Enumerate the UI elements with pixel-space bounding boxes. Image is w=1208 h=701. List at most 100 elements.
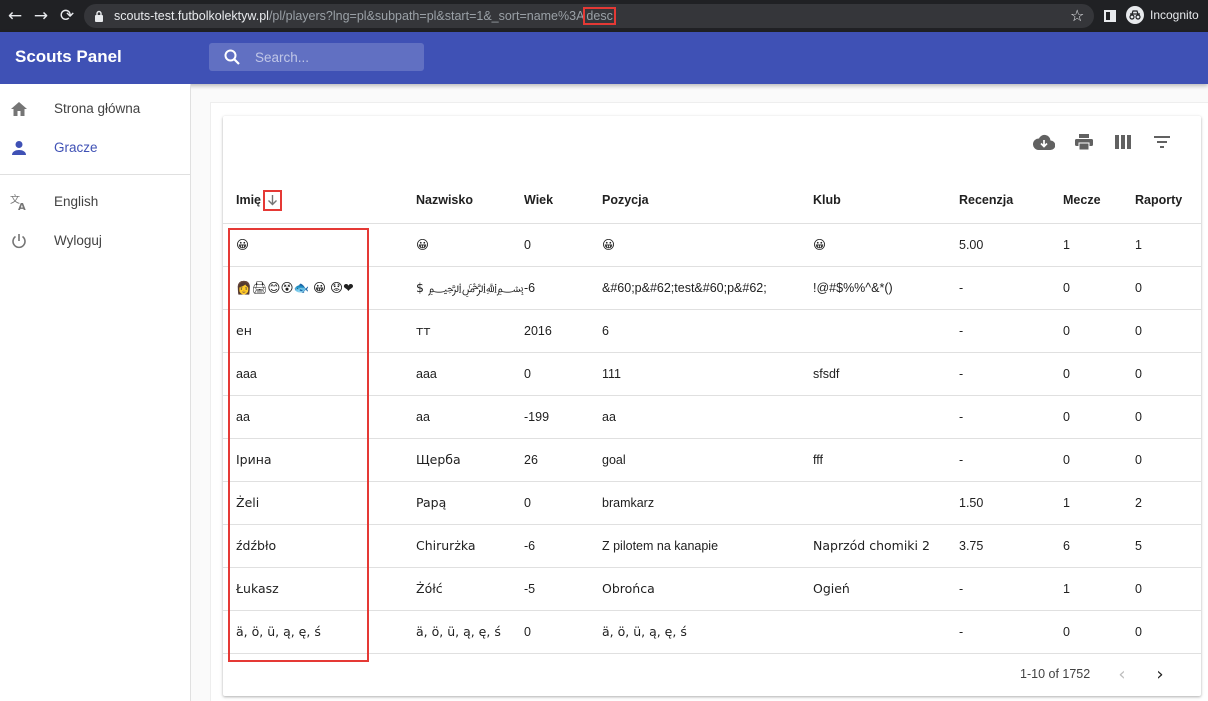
cell-review: - bbox=[959, 582, 964, 596]
table-row[interactable]: Żeli Papą 0 bramkarz 1.50 1 2 bbox=[223, 482, 1201, 525]
sidebar-item-label: Strona główna bbox=[54, 101, 141, 116]
cell-surname: 😀 bbox=[416, 237, 430, 252]
cell-reports: 5 bbox=[1135, 539, 1142, 553]
cell-review: - bbox=[959, 367, 964, 381]
cell-matches: 0 bbox=[1063, 324, 1070, 338]
table-row[interactable]: Ірина Щерба 26 goal fff -0 0 bbox=[223, 439, 1201, 482]
table-row[interactable]: Łukasz Żółć -5 Obrońca Ogień -1 0 bbox=[223, 568, 1201, 611]
cell-age: 26 bbox=[524, 453, 538, 467]
view-columns-icon[interactable] bbox=[1112, 132, 1134, 152]
cell-position: &#60;p&#62;test&#60;p&#62; bbox=[602, 281, 767, 295]
sidebar-item-label: Wyloguj bbox=[54, 233, 102, 248]
app-title: Scouts Panel bbox=[15, 47, 122, 66]
column-header-reports[interactable]: Raporty bbox=[1135, 176, 1182, 224]
table-row[interactable]: aaa aaa 0 111 sfsdf -0 0 bbox=[223, 353, 1201, 396]
search-input[interactable] bbox=[255, 49, 415, 65]
cell-surname: aaa bbox=[416, 367, 437, 381]
bookmark-star-icon[interactable]: ☆ bbox=[1070, 6, 1084, 25]
cell-reports: 1 bbox=[1135, 238, 1142, 252]
cell-review: - bbox=[959, 410, 964, 424]
column-header-age[interactable]: Wiek bbox=[524, 176, 553, 224]
column-header-name[interactable]: Imię bbox=[236, 176, 283, 224]
cell-position: 6 bbox=[602, 324, 609, 338]
cell-reports: 0 bbox=[1135, 281, 1142, 295]
cell-age: -6 bbox=[524, 539, 536, 553]
table-row[interactable]: 😀 😀 0 😀 😀 5.00 1 1 bbox=[223, 224, 1201, 267]
cell-review: - bbox=[959, 324, 964, 338]
sidebar-item-home[interactable]: Strona główna bbox=[0, 89, 190, 128]
address-bar[interactable]: scouts-test.futbolkolektyw.pl/pl/players… bbox=[84, 4, 1094, 28]
cell-position: bramkarz bbox=[602, 496, 655, 510]
column-header-surname[interactable]: Nazwisko bbox=[416, 176, 473, 224]
column-header-review[interactable]: Recenzja bbox=[959, 176, 1013, 224]
url-path: /pl/players?lng=pl&subpath=pl&start=1&_s… bbox=[268, 9, 585, 23]
table-row[interactable]: aa aa -199 aa -0 0 bbox=[223, 396, 1201, 439]
search-box[interactable] bbox=[209, 43, 424, 71]
cell-matches: 1 bbox=[1063, 238, 1070, 252]
person-icon bbox=[10, 139, 28, 157]
sidebar-item-language[interactable]: 文A English bbox=[0, 182, 190, 221]
cell-surname: $ ﷽ bbox=[416, 280, 524, 295]
browser-toolbar: ← → ⟳ scouts-test.futbolkolektyw.pl/pl/p… bbox=[0, 0, 1208, 32]
sidebar-item-players[interactable]: Gracze bbox=[0, 128, 190, 167]
cell-matches: 0 bbox=[1063, 281, 1070, 295]
svg-text:A: A bbox=[18, 202, 26, 211]
cell-age: 0 bbox=[524, 625, 531, 639]
cell-club: !@#$%%^&*() bbox=[813, 281, 893, 295]
cell-position: goal bbox=[602, 453, 626, 467]
power-icon bbox=[10, 232, 28, 250]
cell-reports: 2 bbox=[1135, 496, 1142, 510]
cell-surname: ä, ö, ü, ą, ę, ś bbox=[416, 624, 501, 639]
cell-age: -6 bbox=[524, 281, 536, 295]
cell-reports: 0 bbox=[1135, 453, 1142, 467]
side-panel-icon[interactable] bbox=[1104, 10, 1116, 22]
column-header-club[interactable]: Klub bbox=[813, 176, 841, 224]
column-header-label: Imię bbox=[236, 193, 262, 207]
cell-review: 3.75 bbox=[959, 539, 984, 553]
cell-position: ä, ö, ü, ą, ę, ś bbox=[602, 624, 687, 639]
table-row[interactable]: 👩🖨😊😵🐟 😀 😟❤ $ ﷽ -6 &#60;p&#62;test&#60;p&#6… bbox=[223, 267, 1201, 310]
cell-position: Obrońca bbox=[602, 581, 655, 596]
sidebar-item-logout[interactable]: Wyloguj bbox=[0, 221, 190, 260]
cell-age: -5 bbox=[524, 582, 536, 596]
cell-matches: 0 bbox=[1063, 453, 1070, 467]
cell-review: 5.00 bbox=[959, 238, 984, 252]
sidebar-item-label: English bbox=[54, 194, 99, 209]
sort-arrow-down-icon[interactable] bbox=[263, 189, 283, 211]
cell-club: fff bbox=[813, 453, 823, 467]
cell-surname: Papą bbox=[416, 495, 447, 510]
pagination-range: 1-10 of 1752 bbox=[1020, 667, 1091, 681]
table-row[interactable]: ä, ö, ü, ą, ę, ś ä, ö, ü, ą, ę, ś 0 ä, ö, ü… bbox=[223, 611, 1201, 654]
lock-icon bbox=[92, 9, 106, 23]
cell-surname: тт bbox=[416, 323, 431, 338]
cell-surname: Żółć bbox=[416, 581, 443, 596]
cell-age: 0 bbox=[524, 367, 531, 381]
filter-icon[interactable] bbox=[1151, 132, 1173, 152]
cell-matches: 0 bbox=[1063, 625, 1070, 639]
cell-reports: 0 bbox=[1135, 367, 1142, 381]
table-row[interactable]: źdźbło Chirurżka -6 Z pilotem na kanapie Nap… bbox=[223, 525, 1201, 568]
column-header-matches[interactable]: Mecze bbox=[1063, 176, 1101, 224]
cell-matches: 1 bbox=[1063, 496, 1070, 510]
reload-button[interactable]: ⟳ bbox=[54, 0, 80, 32]
table-row[interactable]: ен тт 2016 6-0 0 bbox=[223, 310, 1201, 353]
prev-page-icon[interactable]: ‹ bbox=[1112, 664, 1132, 685]
cell-review: - bbox=[959, 625, 964, 639]
home-icon bbox=[10, 100, 28, 118]
profile-button[interactable]: Incognito bbox=[1126, 6, 1199, 24]
cell-age: -199 bbox=[524, 410, 550, 424]
cell-position: Z pilotem na kanapie bbox=[602, 539, 719, 553]
back-button[interactable]: ← bbox=[2, 0, 28, 32]
next-page-icon[interactable]: › bbox=[1150, 664, 1170, 685]
pagination: 1-10 of 1752 ‹ › bbox=[223, 651, 1201, 696]
print-icon[interactable] bbox=[1073, 132, 1095, 152]
cell-surname: aa bbox=[416, 410, 430, 424]
forward-button[interactable]: → bbox=[28, 0, 54, 32]
cell-position: aa bbox=[602, 410, 616, 424]
cell-reports: 0 bbox=[1135, 410, 1142, 424]
download-icon[interactable] bbox=[1033, 132, 1055, 152]
search-icon bbox=[209, 49, 255, 65]
annotation-highlight bbox=[228, 228, 369, 662]
profile-label: Incognito bbox=[1150, 8, 1199, 22]
column-header-position[interactable]: Pozycja bbox=[602, 176, 649, 224]
